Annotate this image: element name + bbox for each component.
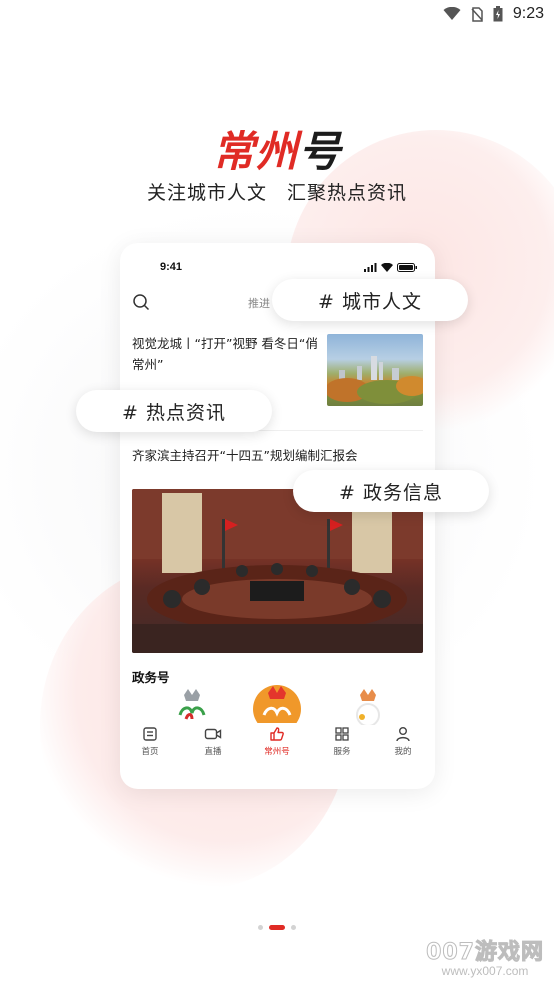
grid-icon — [335, 727, 349, 741]
battery-charging-icon — [493, 6, 503, 22]
tab-changzhou-hao[interactable]: 常州号 — [252, 725, 302, 757]
page-dot-active — [269, 925, 285, 930]
tab-label: 服务 — [333, 747, 351, 757]
slogan-left: 关注城市人文 — [146, 182, 267, 204]
article-title[interactable]: 视觉龙城丨“打开”视野 看冬日“俏常州” — [132, 333, 322, 375]
article-image-meeting[interactable] — [132, 489, 423, 653]
bottom-tab-bar: 首页 直播 常州号 服务 我的 — [120, 725, 435, 765]
status-bar: 9:23 — [0, 0, 554, 28]
logo-text-red: 常州 — [212, 127, 299, 176]
search-icon[interactable] — [132, 293, 150, 311]
article-thumbnail-city[interactable] — [327, 334, 423, 406]
tag-hot-news: # 热点资讯 — [76, 390, 272, 432]
phone-battery-icon — [397, 263, 417, 272]
gov-account-avatar[interactable] — [250, 681, 304, 723]
tab-label: 直播 — [204, 747, 222, 757]
thumbs-up-icon — [270, 727, 284, 741]
logo-text-dark: 号 — [298, 127, 342, 176]
user-icon — [396, 727, 410, 742]
app-logo: 常州号 — [0, 118, 554, 179]
slogan-right: 汇聚热点资讯 — [287, 182, 408, 204]
status-time: 9:23 — [512, 5, 544, 22]
video-camera-icon — [204, 728, 222, 740]
wifi-icon — [443, 7, 461, 20]
slogan: 关注城市人文 汇聚热点资讯 — [0, 178, 554, 205]
tab-live[interactable]: 直播 — [188, 725, 238, 757]
tab-home[interactable]: 首页 — [125, 725, 175, 757]
watermark-url: www.yx007.com — [441, 964, 529, 978]
page-dot — [258, 925, 263, 930]
watermark: 007游戏网 www.yx007.com — [426, 934, 544, 979]
tab-mine[interactable]: 我的 — [378, 725, 428, 757]
onboarding-screen: 9:23 常州号 关注城市人文 汇聚热点资讯 9:41 推进 视觉龙城丨“打开”… — [0, 0, 554, 986]
article-title[interactable]: 齐家滨主持召开“十四五”规划编制汇报会 — [132, 445, 422, 464]
phone-mockup: 9:41 推进 视觉龙城丨“打开”视野 看冬日“俏常州” 齐家滨主持召开“十四五… — [120, 243, 435, 789]
tab-label: 常州号 — [264, 747, 290, 757]
gov-account-avatar[interactable] — [348, 685, 388, 725]
tab-service[interactable]: 服务 — [317, 725, 367, 757]
phone-time: 9:41 — [160, 261, 183, 273]
phone-status-bar: 9:41 — [120, 261, 435, 277]
tag-gov-info: # 政务信息 — [293, 470, 489, 512]
tab-label: 首页 — [141, 747, 159, 757]
signal-icon — [364, 263, 377, 272]
watermark-text: 007游戏网 — [426, 940, 544, 966]
gov-account-avatar[interactable] — [172, 685, 212, 725]
phone-wifi-icon — [381, 263, 393, 272]
home-doc-icon — [143, 727, 157, 741]
tag-city-culture: # 城市人文 — [272, 279, 468, 321]
no-sim-icon — [471, 6, 483, 22]
tab-label: 我的 — [394, 747, 412, 757]
gov-account-list — [120, 681, 435, 725]
page-dot — [291, 925, 296, 930]
page-indicator — [0, 925, 554, 930]
tab-recommend[interactable]: 推进 — [248, 295, 270, 311]
